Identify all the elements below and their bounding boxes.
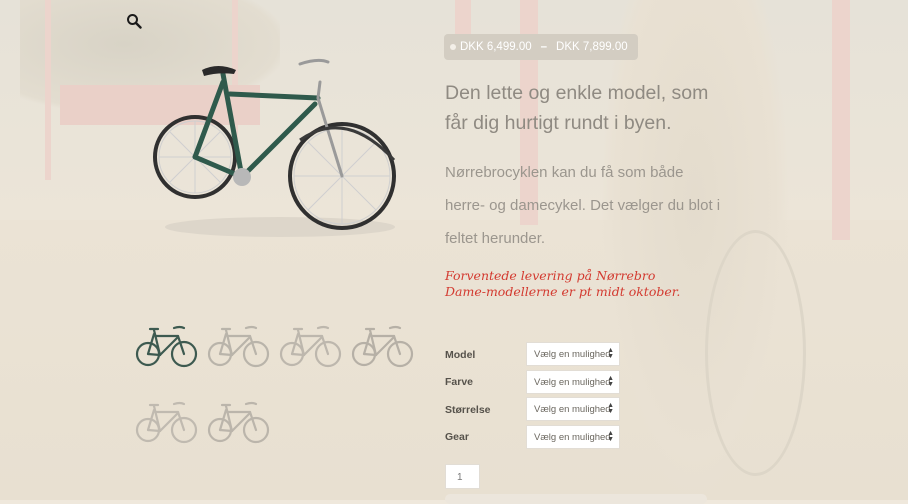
search-icon[interactable] [126, 13, 142, 29]
updown-arrow-icon: ▲ ▼ [607, 347, 614, 360]
price-range-badge: DKK 6,499.00 – DKK 7,899.00 [444, 34, 638, 60]
updown-arrow-icon: ▲ ▼ [607, 375, 614, 388]
add-to-cart-button[interactable] [445, 494, 707, 504]
bullet-dot-icon [450, 44, 456, 50]
color-select-value: Vælg en mulighed [534, 376, 611, 388]
option-label-size: Størrelse [445, 404, 491, 416]
updown-arrow-icon: ▲ ▼ [607, 402, 614, 415]
product-main-image [153, 58, 396, 237]
option-label-farve: Farve [445, 376, 474, 388]
product-tagline: Den lette og enkle model, som får dig hu… [445, 82, 709, 134]
price-to: DKK 7,899.00 [556, 41, 628, 53]
product-thumbnail[interactable] [350, 322, 414, 370]
product-thumbnail[interactable] [206, 398, 270, 446]
product-description: Nørrebrocyklen kan du få som både herre-… [445, 164, 721, 247]
color-select[interactable]: Vælg en mulighed ▲ ▼ [526, 370, 620, 394]
product-thumbnail[interactable] [134, 398, 198, 446]
option-label-model: Model [445, 349, 476, 361]
price-from: DKK 6,499.00 [460, 41, 532, 53]
gear-select-value: Vælg en mulighed [534, 431, 611, 443]
product-thumbnail[interactable] [134, 322, 198, 370]
model-select-value: Vælg en mulighed [534, 348, 611, 360]
delivery-notice: Forventede levering på Nørrebro Dame-mod… [445, 268, 681, 299]
quantity-input[interactable]: 1 [445, 464, 480, 489]
size-select-value: Vælg en mulighed [534, 403, 611, 415]
product-thumbnail[interactable] [206, 322, 270, 370]
model-select[interactable]: Vælg en mulighed ▲ ▼ [526, 342, 620, 366]
updown-arrow-icon: ▲ ▼ [607, 430, 614, 443]
gear-select[interactable]: Vælg en mulighed ▲ ▼ [526, 425, 620, 449]
price-separator: – [540, 41, 548, 53]
option-label-gear: Gear [445, 431, 469, 443]
size-select[interactable]: Vælg en mulighed ▲ ▼ [526, 397, 620, 421]
product-thumbnail[interactable] [278, 322, 342, 370]
